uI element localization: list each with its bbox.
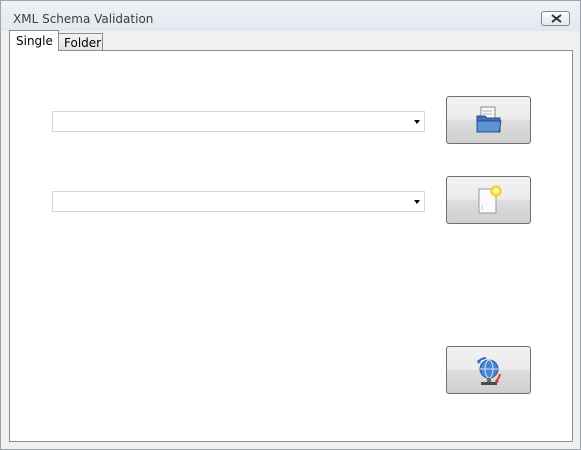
new-document-icon <box>478 185 502 214</box>
network-globe-icon <box>477 357 501 385</box>
tab-single[interactable]: Single <box>9 30 59 51</box>
open-xml-button[interactable] <box>446 96 531 144</box>
new-schema-button[interactable] <box>446 176 531 224</box>
validate-button[interactable] <box>446 346 531 394</box>
open-folder-icon <box>476 106 502 133</box>
xml-file-combo[interactable] <box>52 111 425 132</box>
window-title: XML Schema Validation <box>13 12 154 26</box>
tab-panel-single <box>9 50 573 442</box>
schema-file-combo[interactable] <box>52 191 425 212</box>
close-button[interactable] <box>541 11 570 26</box>
dropdown-arrow-icon[interactable] <box>414 120 420 124</box>
close-icon <box>551 14 562 23</box>
dropdown-arrow-icon[interactable] <box>414 200 420 204</box>
tab-single-label: Single <box>16 34 53 48</box>
tab-folder[interactable]: Folder <box>59 33 103 51</box>
tab-folder-label: Folder <box>64 36 102 50</box>
title-bar: XML Schema Validation <box>1 1 580 31</box>
